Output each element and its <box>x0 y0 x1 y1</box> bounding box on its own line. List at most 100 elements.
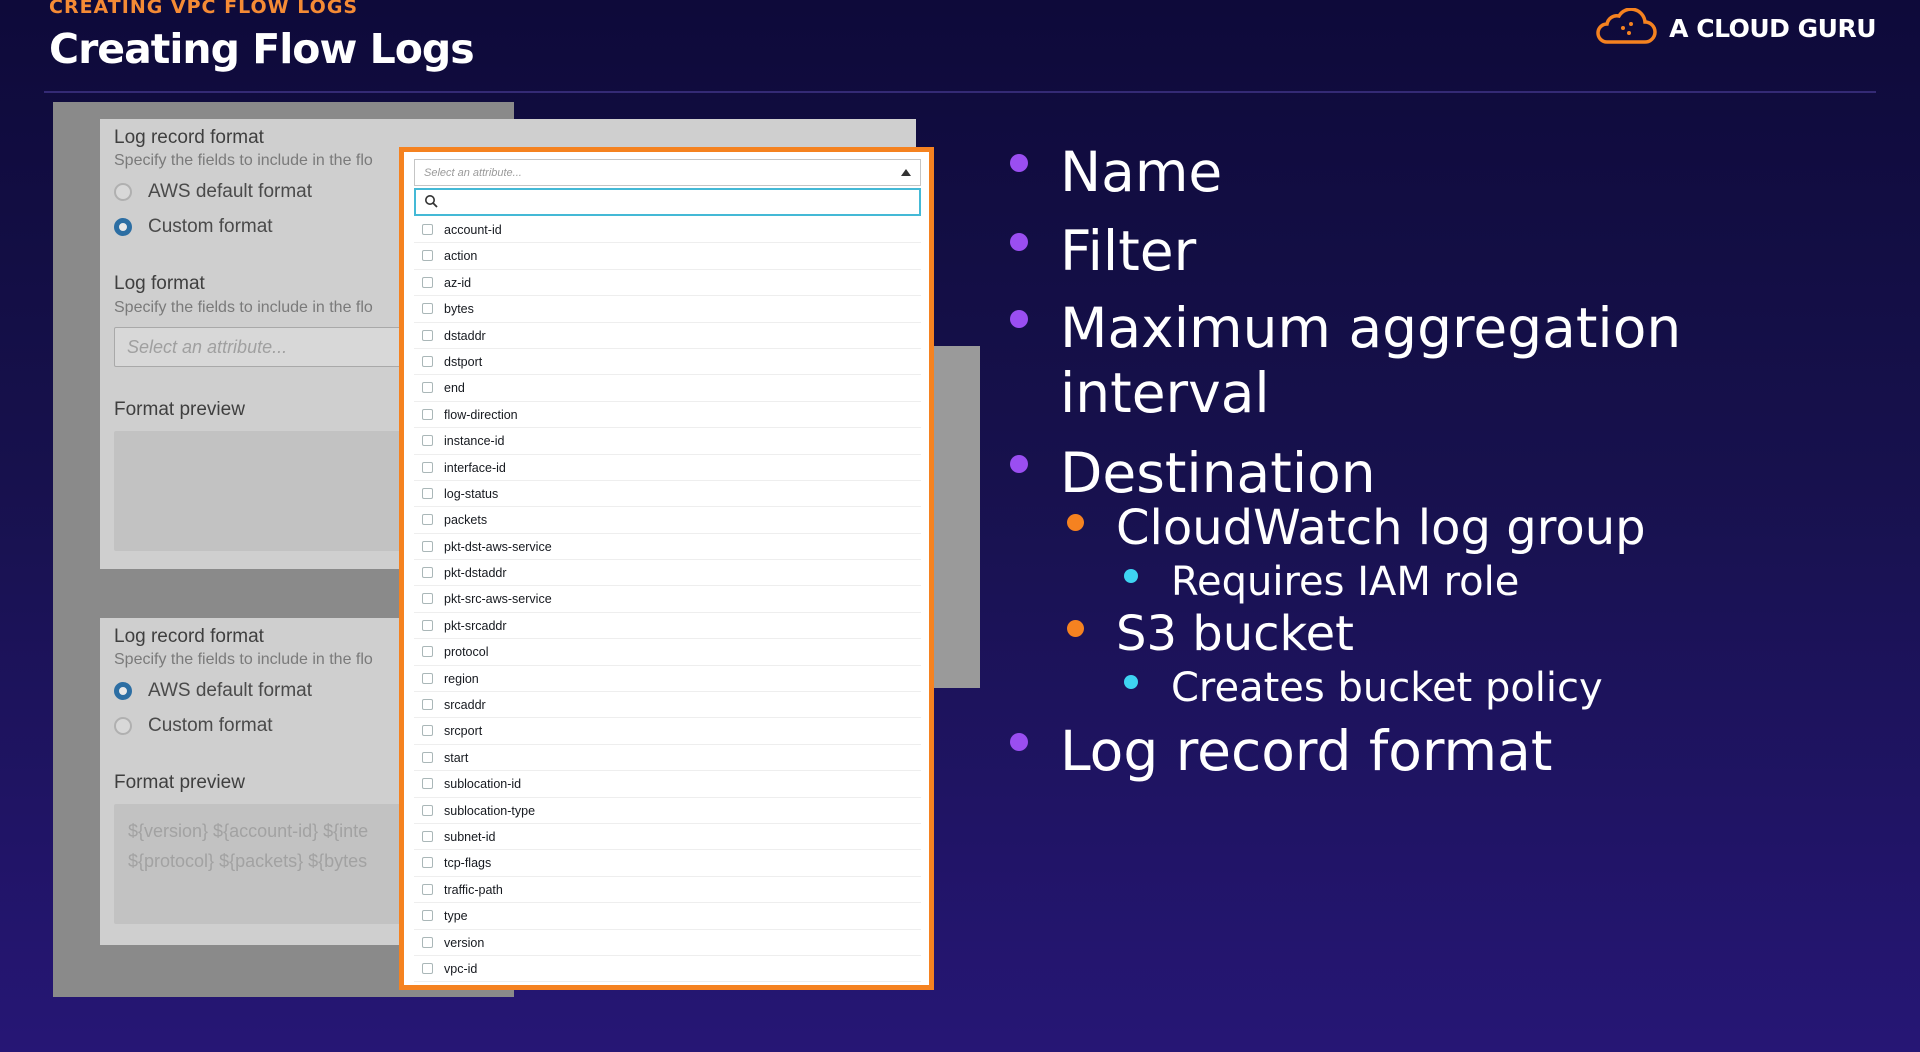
option-custom-label: Custom format <box>148 715 273 736</box>
card-heading: Log record format <box>114 127 264 148</box>
attribute-option-label: sublocation-type <box>444 803 536 818</box>
checkbox[interactable] <box>422 672 433 684</box>
checkbox[interactable] <box>422 857 433 869</box>
checkbox[interactable] <box>422 567 433 579</box>
attribute-option-label: flow-direction <box>444 407 518 422</box>
checkbox[interactable] <box>422 778 433 790</box>
attribute-option[interactable]: protocol <box>414 639 921 666</box>
attribute-option-label: account-id <box>444 223 502 237</box>
attribute-option[interactable]: start <box>414 745 921 772</box>
attribute-option-label: instance-id <box>444 434 505 449</box>
checkbox[interactable] <box>422 593 433 605</box>
attribute-option[interactable]: pkt-src-aws-service <box>414 586 921 613</box>
checkbox[interactable] <box>422 329 433 341</box>
checkbox[interactable] <box>422 435 433 447</box>
format-preview-heading: Format preview <box>114 772 245 793</box>
attribute-option-label: tcp-flags <box>444 856 492 871</box>
attribute-option-label: log-status <box>444 486 499 501</box>
checkbox[interactable] <box>422 487 433 499</box>
attribute-select[interactable]: Select an attribute... <box>414 159 921 186</box>
radio-custom-format[interactable] <box>114 717 132 735</box>
attribute-option[interactable]: bytes <box>414 296 921 323</box>
attribute-option[interactable]: action <box>414 243 921 270</box>
format-preview-box: ${version} ${account-id} ${inte ${protoc… <box>114 804 414 924</box>
attribute-option-label: end <box>444 381 465 396</box>
attribute-option[interactable]: version <box>414 930 921 956</box>
slide-title: Creating Flow Logs <box>49 25 475 73</box>
attribute-option[interactable]: traffic-path <box>414 877 921 904</box>
attribute-option-label: pkt-srcaddr <box>444 618 507 633</box>
attribute-dropdown-highlight: Select an attribute... account-id action a… <box>399 147 934 990</box>
attribute-option[interactable]: subnet-id <box>414 824 921 851</box>
attribute-option[interactable]: dstaddr <box>414 323 921 349</box>
attribute-option[interactable]: tcp-flags <box>414 850 921 877</box>
bullet-dot <box>1010 310 1028 328</box>
radio-aws-default[interactable] <box>114 183 132 201</box>
attribute-option-label: az-id <box>444 275 472 290</box>
checkbox[interactable] <box>422 910 433 922</box>
checkbox[interactable] <box>422 355 433 367</box>
checkbox[interactable] <box>422 751 433 763</box>
attribute-option-label: pkt-dst-aws-service <box>444 539 552 554</box>
attribute-option[interactable]: pkt-srcaddr <box>414 613 921 640</box>
checkbox[interactable] <box>422 250 433 262</box>
checkbox[interactable] <box>422 461 433 473</box>
checkbox[interactable] <box>422 619 433 631</box>
attribute-option-label: traffic-path <box>444 882 503 897</box>
attribute-option[interactable]: az-id <box>414 270 921 297</box>
checkbox[interactable] <box>422 303 433 315</box>
checkbox[interactable] <box>422 699 433 711</box>
checkbox[interactable] <box>422 408 433 420</box>
attribute-option[interactable]: log-status <box>414 481 921 508</box>
format-preview-heading: Format preview <box>114 399 245 420</box>
attribute-option[interactable]: instance-id <box>414 428 921 455</box>
radio-aws-default[interactable] <box>114 682 132 700</box>
attribute-option[interactable]: pkt-dstaddr <box>414 560 921 587</box>
attribute-option[interactable]: pkt-dst-aws-service <box>414 534 921 561</box>
bullet-max-aggregation-cont: interval <box>1060 361 1270 425</box>
attribute-select-placeholder: Select an attribute... <box>127 337 288 357</box>
attribute-option[interactable]: srcaddr <box>414 692 921 719</box>
checkbox[interactable] <box>422 962 433 974</box>
checkbox[interactable] <box>422 382 433 394</box>
attribute-option[interactable]: flow-direction <box>414 402 921 429</box>
attribute-option-label: pkt-src-aws-service <box>444 592 552 607</box>
attribute-option[interactable]: sublocation-id <box>414 771 921 798</box>
log-format-heading: Log format <box>114 273 205 294</box>
checkbox[interactable] <box>422 804 433 816</box>
attribute-option[interactable]: dstport <box>414 349 921 376</box>
checkbox[interactable] <box>422 830 433 842</box>
brand-logo: A CLOUD GURU <box>1593 8 1876 48</box>
checkbox[interactable] <box>422 725 433 737</box>
attribute-option[interactable]: end <box>414 375 921 402</box>
format-preview-box <box>114 431 414 551</box>
checkbox[interactable] <box>422 646 433 658</box>
radio-custom-format[interactable] <box>114 218 132 236</box>
attribute-list: account-id action az-id bytes dstaddr dstport… <box>414 217 921 983</box>
attribute-option[interactable]: vpc-id <box>414 956 921 983</box>
attribute-option[interactable]: packets <box>414 507 921 534</box>
checkbox[interactable] <box>422 224 433 235</box>
attribute-option[interactable]: type <box>414 903 921 930</box>
attribute-option[interactable]: account-id <box>414 217 921 244</box>
attribute-option[interactable]: interface-id <box>414 455 921 481</box>
attribute-option-label: version <box>444 935 485 950</box>
bullet-cloudwatch: CloudWatch log group <box>1067 500 1646 556</box>
attribute-option[interactable]: srcport <box>414 718 921 745</box>
attribute-option-label: interface-id <box>444 460 506 475</box>
attribute-option[interactable]: sublocation-type <box>414 798 921 824</box>
log-format-description: Specify the fields to include in the flo <box>114 299 373 316</box>
checkbox[interactable] <box>422 276 433 288</box>
bullet-dot <box>1010 154 1028 172</box>
attribute-option-label: type <box>444 909 468 924</box>
checkbox[interactable] <box>422 514 433 526</box>
attribute-search-input[interactable] <box>414 188 921 216</box>
attribute-option-label: pkt-dstaddr <box>444 566 507 581</box>
checkbox[interactable] <box>422 936 433 948</box>
bullet-filter: Filter <box>1010 219 1196 283</box>
attribute-select[interactable]: Select an attribute... <box>114 327 416 367</box>
checkbox[interactable] <box>422 540 433 552</box>
attribute-option[interactable]: region <box>414 666 921 693</box>
checkbox[interactable] <box>422 883 433 895</box>
bullet-log-record-format: Log record format <box>1010 719 1552 783</box>
